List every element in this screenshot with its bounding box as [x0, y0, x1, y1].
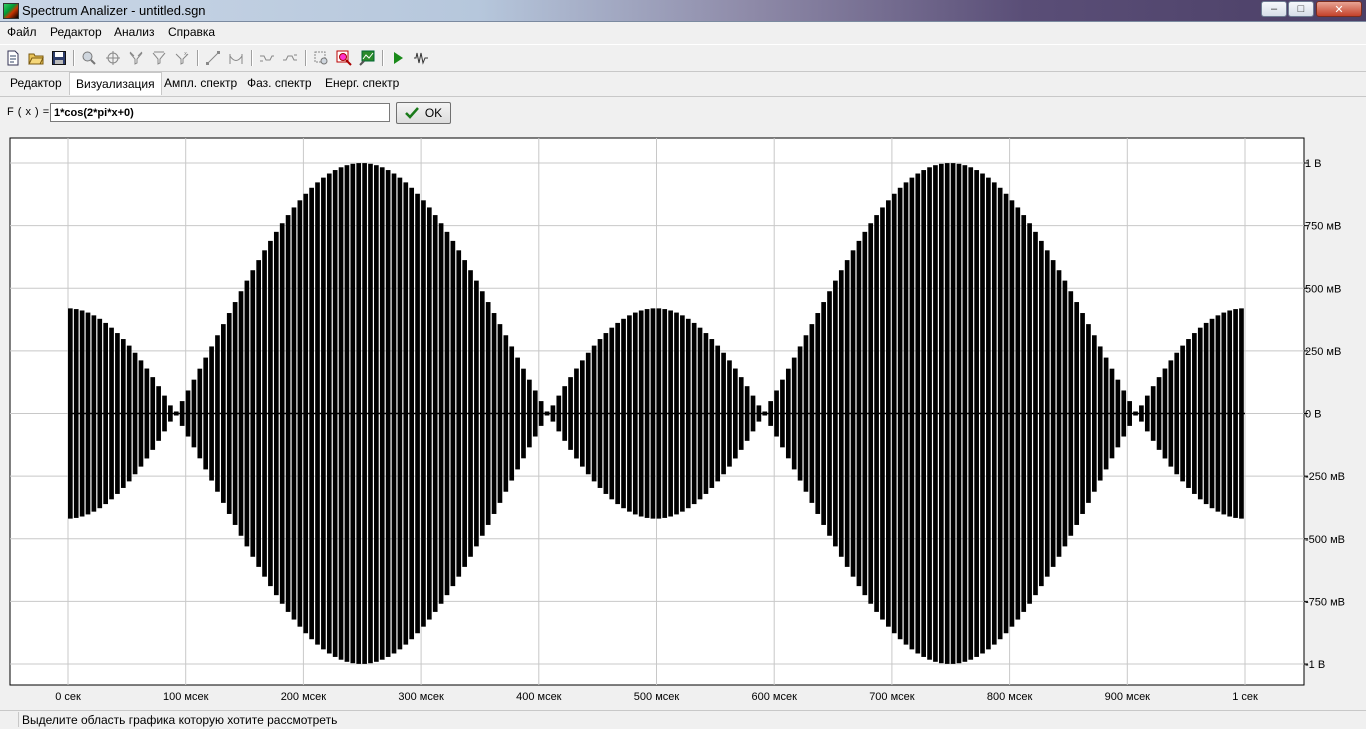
open-folder-icon[interactable] — [26, 48, 46, 68]
ok-button[interactable]: OK — [396, 102, 451, 124]
tab-amplitude-spectrum[interactable]: Ампл. спектр — [158, 72, 243, 95]
menu-file[interactable]: Файл — [7, 25, 37, 39]
ok-label: OK — [424, 106, 443, 120]
target-icon[interactable] — [103, 48, 123, 68]
x-tick-label: 300 мсек — [398, 691, 444, 703]
minimize-button[interactable]: – — [1261, 1, 1287, 17]
chart-icon[interactable] — [357, 48, 377, 68]
y-tick-label: 500 мВ — [1305, 283, 1341, 295]
filter2-icon[interactable] — [149, 48, 169, 68]
y-tick-label: 250 мВ — [1305, 346, 1341, 358]
y-tick-label: -250 мВ — [1305, 471, 1345, 483]
wave-left-icon[interactable] — [257, 48, 277, 68]
title-bar: Spectrum Analizer - untitled.sgn – □ ✕ — [0, 0, 1366, 22]
tab-phase-spectrum[interactable]: Фаз. спектр — [241, 72, 318, 95]
status-panel — [2, 712, 19, 727]
status-bar: Выделите область графика которую хотите … — [0, 710, 1366, 729]
menu-bar: Файл Редактор Анализ Справка — [0, 22, 1366, 41]
zoom-rect-icon[interactable] — [334, 48, 354, 68]
y-tick-label: -1 В — [1305, 659, 1325, 671]
line-icon[interactable] — [203, 48, 223, 68]
toolbar-separator — [73, 50, 75, 66]
play-icon[interactable] — [388, 48, 408, 68]
checkmark-icon — [404, 107, 419, 119]
select-rect-icon[interactable] — [311, 48, 331, 68]
toolbar-separator — [382, 50, 384, 66]
y-tick-label: -500 мВ — [1305, 534, 1345, 546]
x-tick-label: 800 мсек — [987, 691, 1033, 703]
maximize-button[interactable]: □ — [1288, 1, 1314, 17]
y-tick-label: -750 мВ — [1305, 596, 1345, 608]
x-tick-label: 400 мсек — [516, 691, 562, 703]
bridge-icon[interactable] — [226, 48, 246, 68]
y-tick-label: 1 В — [1305, 158, 1322, 170]
save-icon[interactable] — [49, 48, 69, 68]
signal-chart[interactable]: 0 сек 100 мсек 200 мсек 300 мсек 400 мсек 500… — [0, 130, 1366, 708]
y-tick-label: 0 В — [1305, 409, 1322, 421]
toolbar-separator — [197, 50, 199, 66]
app-icon — [3, 3, 19, 19]
x-tick-label: 1 сек — [1232, 691, 1258, 703]
filter3-icon[interactable]: x — [172, 48, 192, 68]
toolbar: x — [0, 44, 1366, 72]
x-tick-label: 200 мсек — [281, 691, 327, 703]
toolbar-separator — [251, 50, 253, 66]
menu-analysis[interactable]: Анализ — [114, 25, 155, 39]
x-tick-label: 900 мсек — [1105, 691, 1151, 703]
tab-energy-spectrum[interactable]: Енерг. спектр — [319, 72, 405, 95]
tab-editor[interactable]: Редактор — [4, 72, 68, 95]
x-tick-label: 100 мсек — [163, 691, 209, 703]
filter-icon[interactable] — [126, 48, 146, 68]
formula-label: F ( x ) = — [7, 106, 50, 118]
menu-help[interactable]: Справка — [168, 25, 215, 39]
signal-icon[interactable] — [411, 48, 431, 68]
x-tick-label: 0 сек — [55, 691, 81, 703]
y-tick-label: 750 мВ — [1305, 221, 1341, 233]
x-tick-label: 700 мсек — [869, 691, 915, 703]
tab-visualization[interactable]: Визуализация — [69, 72, 162, 95]
zoom-icon[interactable] — [79, 48, 99, 68]
x-tick-label: 600 мсек — [751, 691, 797, 703]
status-text: Выделите область графика которую хотите … — [22, 713, 338, 727]
toolbar-separator — [305, 50, 307, 66]
x-tick-label: 500 мсек — [634, 691, 680, 703]
menu-editor[interactable]: Редактор — [50, 25, 102, 39]
svg-text:x: x — [184, 51, 187, 57]
formula-input[interactable] — [50, 103, 390, 122]
tab-bar: Редактор Визуализация Ампл. спектр Фаз. … — [0, 72, 1366, 97]
wave-right-icon[interactable] — [280, 48, 300, 68]
window-title: Spectrum Analizer - untitled.sgn — [22, 3, 206, 18]
new-file-icon[interactable] — [3, 48, 23, 68]
close-button[interactable]: ✕ — [1316, 1, 1362, 17]
